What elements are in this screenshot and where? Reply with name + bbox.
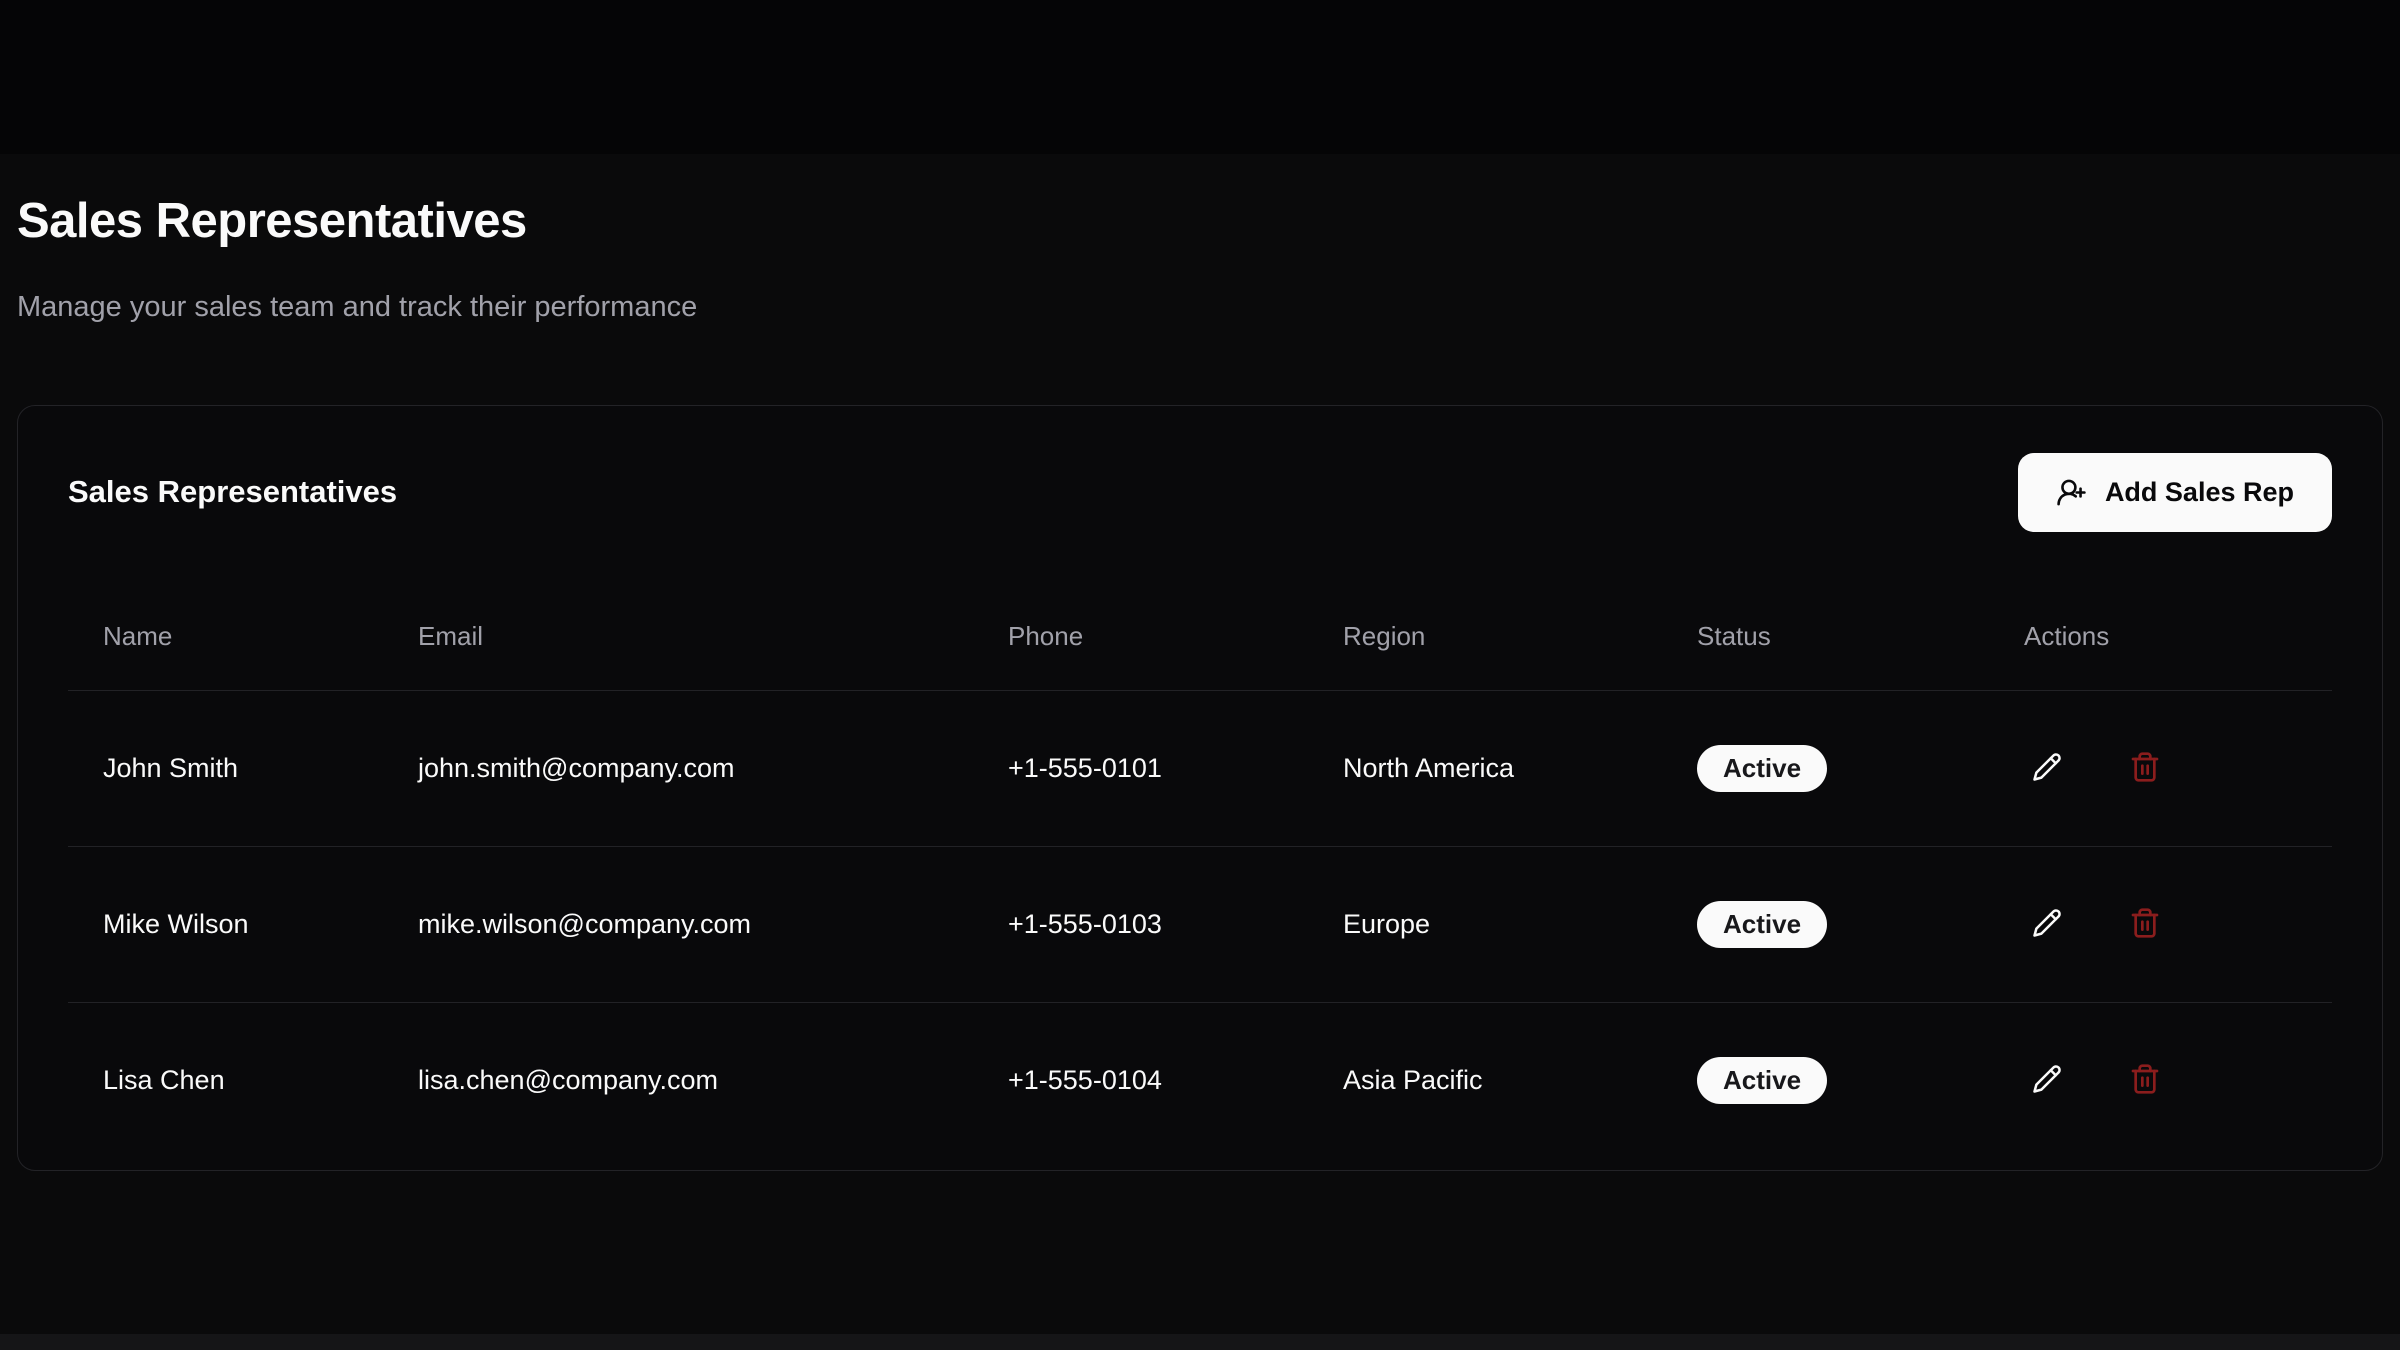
row-actions <box>2024 746 2312 792</box>
rep-phone: +1-555-0104 <box>973 1003 1308 1159</box>
rep-email: john.smith@company.com <box>383 691 973 847</box>
row-actions <box>2024 902 2312 948</box>
page-title: Sales Representatives <box>17 192 2383 251</box>
rep-name: Mike Wilson <box>68 847 383 1003</box>
column-header-status: Status <box>1662 532 1989 690</box>
sales-reps-card: Sales Representatives Add Sales Rep <box>17 405 2383 1171</box>
pencil-icon <box>2032 1064 2062 1097</box>
rep-name: Lisa Chen <box>68 1003 383 1159</box>
rep-region: North America <box>1308 691 1662 847</box>
card-header: Sales Representatives Add Sales Rep <box>68 452 2332 532</box>
rep-phone: +1-555-0103 <box>973 847 1308 1003</box>
add-sales-rep-label: Add Sales Rep <box>2105 477 2294 508</box>
table-header-row: Name Email Phone Region Status Actions <box>68 532 2332 690</box>
rep-region: Europe <box>1308 847 1662 1003</box>
sales-reps-table: Name Email Phone Region Status Actions J… <box>68 532 2332 1158</box>
table-row: John Smith john.smith@company.com +1-555… <box>68 691 2332 847</box>
status-badge: Active <box>1697 1057 1827 1104</box>
edit-button[interactable] <box>2024 746 2070 792</box>
delete-button[interactable] <box>2122 746 2168 792</box>
column-header-region: Region <box>1308 532 1662 690</box>
rep-email: mike.wilson@company.com <box>383 847 973 1003</box>
column-header-actions: Actions <box>1989 532 2332 690</box>
column-header-name: Name <box>68 532 383 690</box>
rep-email: lisa.chen@company.com <box>383 1003 973 1159</box>
trash-icon <box>2129 751 2161 786</box>
bottom-edge-strip <box>0 1334 2400 1350</box>
delete-button[interactable] <box>2122 1058 2168 1104</box>
rep-name: John Smith <box>68 691 383 847</box>
pencil-icon <box>2032 752 2062 785</box>
table-row: Mike Wilson mike.wilson@company.com +1-5… <box>68 847 2332 1003</box>
table-row: Lisa Chen lisa.chen@company.com +1-555-0… <box>68 1003 2332 1159</box>
page-subtitle: Manage your sales team and track their p… <box>17 287 2383 328</box>
delete-button[interactable] <box>2122 902 2168 948</box>
edit-button[interactable] <box>2024 902 2070 948</box>
row-actions <box>2024 1058 2312 1104</box>
add-sales-rep-button[interactable]: Add Sales Rep <box>2018 453 2332 532</box>
pencil-icon <box>2032 908 2062 941</box>
edit-button[interactable] <box>2024 1058 2070 1104</box>
user-plus-icon <box>2056 477 2087 508</box>
rep-phone: +1-555-0101 <box>973 691 1308 847</box>
main-content: Sales Representatives Manage your sales … <box>0 154 2400 1334</box>
status-badge: Active <box>1697 901 1827 948</box>
column-header-phone: Phone <box>973 532 1308 690</box>
top-header-area <box>0 0 2400 154</box>
column-header-email: Email <box>383 532 973 690</box>
trash-icon <box>2129 1063 2161 1098</box>
trash-icon <box>2129 907 2161 942</box>
rep-region: Asia Pacific <box>1308 1003 1662 1159</box>
card-title: Sales Representatives <box>68 474 397 510</box>
status-badge: Active <box>1697 745 1827 792</box>
